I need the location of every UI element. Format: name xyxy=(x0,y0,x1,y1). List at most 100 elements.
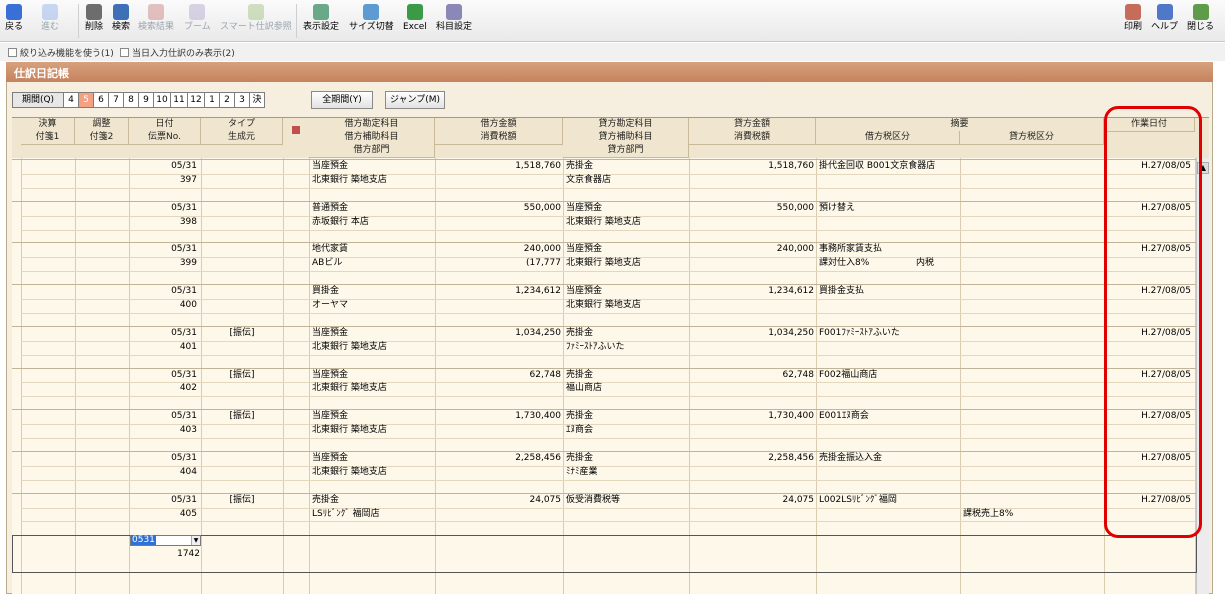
entry-debit-sub: 北東銀行 築地支店 xyxy=(312,174,387,185)
toolbar-button-2[interactable]: 削除 xyxy=(84,2,104,40)
grid-column-line xyxy=(283,118,284,594)
entry-credit-sub: ﾌｧﾐｰｽﾄｱふいた xyxy=(566,341,625,352)
jump-button[interactable]: ジャンプ(M) xyxy=(385,91,445,109)
entry-subline xyxy=(21,396,1195,398)
account-settings-icon xyxy=(446,4,462,20)
entry-credit-account: 売掛金 xyxy=(566,411,594,422)
entry-summary: L002LSﾘﾋﾞﾝｸﾞ福岡 xyxy=(819,494,897,505)
entry-credit-sub: 文京食器店 xyxy=(566,174,612,185)
header-fusen2: 付箋2 xyxy=(75,131,129,145)
entry-summary: 掛代金回収 B001文京食器店 xyxy=(819,161,936,171)
date-input[interactable]: 0531 ▼ xyxy=(130,535,201,546)
period-month-10[interactable]: 2 xyxy=(220,92,235,108)
new-voucher-no: 1742 xyxy=(177,549,200,559)
entry-debit-amount: 1,730,400 xyxy=(515,411,561,422)
toolbar-button-6[interactable]: スマート仕訳参照 xyxy=(219,2,293,40)
grid-column-line xyxy=(816,118,817,594)
header-kessan: 決算 xyxy=(21,118,75,132)
today-only-option[interactable]: 当日入力仕訳のみ表示(2) xyxy=(120,46,235,59)
entry-date: 05/31 xyxy=(171,244,197,255)
entry-credit-account: 仮受消費税等 xyxy=(566,494,621,505)
entry-credit-amount: 550,000 xyxy=(776,202,814,213)
entry-credit-sub: 福山商店 xyxy=(566,383,603,394)
header-voucher: 伝票No. xyxy=(129,131,201,145)
period-month-1[interactable]: 5 xyxy=(79,92,94,108)
entry-type: [振伝] xyxy=(229,369,255,380)
boom-icon xyxy=(189,4,206,20)
toolbar-button-4[interactable]: 検索結果 xyxy=(137,2,175,40)
entry-debit-amount: 1,518,760 xyxy=(515,161,561,171)
entry-credit-account: 当座預金 xyxy=(566,202,603,213)
entry-voucher-no: 403 xyxy=(179,425,197,436)
period-month-6[interactable]: 10 xyxy=(154,92,171,108)
excel-icon xyxy=(406,4,423,20)
help-icon xyxy=(1156,4,1173,20)
entry-debit-account: 地代家賃 xyxy=(312,244,349,255)
toolbar-button-8[interactable]: サイズ切替 xyxy=(348,2,395,40)
toolbar-button-1[interactable]: 進む xyxy=(40,2,60,40)
toolbar-button-9[interactable]: Excel xyxy=(402,2,428,40)
entry-type: [振伝] xyxy=(229,494,255,505)
period-month-2[interactable]: 6 xyxy=(94,92,109,108)
header-date: 日付 xyxy=(129,118,201,132)
entry-debit-sub: オーヤマ xyxy=(312,300,349,310)
entry-voucher-no: 405 xyxy=(179,508,197,519)
toolbar-right-button-0[interactable]: 印刷 xyxy=(1123,2,1143,40)
entry-debit-account: 買掛金 xyxy=(312,286,340,297)
entry-credit-sub: 北東銀行 築地支店 xyxy=(566,216,641,227)
period-month-8[interactable]: 12 xyxy=(188,92,205,108)
toolbar-button-0[interactable]: 戻る xyxy=(4,2,24,40)
period-month-4[interactable]: 8 xyxy=(124,92,139,108)
entry-debit-amount: 1,034,250 xyxy=(515,327,561,338)
attachment-icon[interactable] xyxy=(292,126,300,134)
chevron-down-icon[interactable]: ▼ xyxy=(191,536,200,545)
entry-credit-tax-class: 課税売上8% xyxy=(963,508,1014,519)
entry-debit-sub: 赤坂銀行 本店 xyxy=(312,216,369,227)
entry-voucher-no: 404 xyxy=(179,466,197,477)
toolbar-button-5[interactable]: ブーム xyxy=(183,2,212,40)
entry-voucher-no: 402 xyxy=(179,383,197,394)
header-credit-account: 貸方勘定科目 xyxy=(563,118,689,132)
toolbar-button-7[interactable]: 表示設定 xyxy=(302,2,340,40)
entry-credit-amount: 24,075 xyxy=(782,494,815,505)
entry-debit-tax-note: 内税 xyxy=(916,258,935,269)
forward-arrow-icon xyxy=(42,4,58,20)
toolbar-button-10[interactable]: 科目設定 xyxy=(435,2,473,40)
entry-debit-account: 当座預金 xyxy=(312,161,349,171)
entry-debit-sub: ABビル xyxy=(312,258,343,269)
toolbar-right-button-2[interactable]: 閉じる xyxy=(1186,2,1215,40)
toolbar-right-button-1[interactable]: ヘルプ xyxy=(1150,2,1179,40)
period-month-7[interactable]: 11 xyxy=(171,92,188,108)
grid-column-line xyxy=(201,118,202,594)
filter-option[interactable]: 絞り込み機能を使う(1) xyxy=(8,46,114,59)
header-fusen1: 付箋1 xyxy=(21,131,75,145)
option-bar: 絞り込み機能を使う(1) 当日入力仕訳のみ表示(2) xyxy=(0,43,1225,61)
display-settings-icon xyxy=(313,4,329,20)
period-month-0[interactable]: 4 xyxy=(64,92,79,108)
entry-credit-sub: 北東銀行 築地支店 xyxy=(566,300,641,310)
period-label[interactable]: 期間(Q) xyxy=(12,92,64,108)
entry-summary: 事務所家賃支払 xyxy=(819,244,883,255)
header-type: タイプ xyxy=(201,118,283,132)
entry-credit-amount: 2,258,456 xyxy=(768,452,814,463)
period-month-12[interactable]: 決 xyxy=(250,92,265,108)
search-icon xyxy=(113,4,129,20)
entry-credit-account: 売掛金 xyxy=(566,452,594,463)
period-month-11[interactable]: 3 xyxy=(235,92,250,108)
grid-column-line xyxy=(435,118,436,594)
entry-debit-tax-class: 課対仕入8% xyxy=(819,258,870,269)
journal-grid: 決算 付箋1 調整 付箋2 日付 伝票No. タイプ 生成元 借方勘定科目 借方補助科目 借方部門借… xyxy=(12,117,1209,594)
toolbar-button-3[interactable]: 検索 xyxy=(111,2,131,40)
entry-debit-amount: 24,075 xyxy=(529,494,562,505)
all-period-button[interactable]: 全期間(Y) xyxy=(311,91,373,109)
entry-type: [振伝] xyxy=(229,327,255,338)
entry-summary: 売掛金振込入金 xyxy=(819,452,883,463)
grid-column-line xyxy=(129,118,130,594)
period-month-9[interactable]: 1 xyxy=(205,92,220,108)
entry-debit-account: 当座預金 xyxy=(312,411,349,422)
period-month-3[interactable]: 7 xyxy=(109,92,124,108)
today-only-checkbox[interactable] xyxy=(120,48,129,57)
entry-summary: F002福山商店 xyxy=(819,369,878,380)
period-month-5[interactable]: 9 xyxy=(139,92,154,108)
filter-checkbox[interactable] xyxy=(8,48,17,57)
